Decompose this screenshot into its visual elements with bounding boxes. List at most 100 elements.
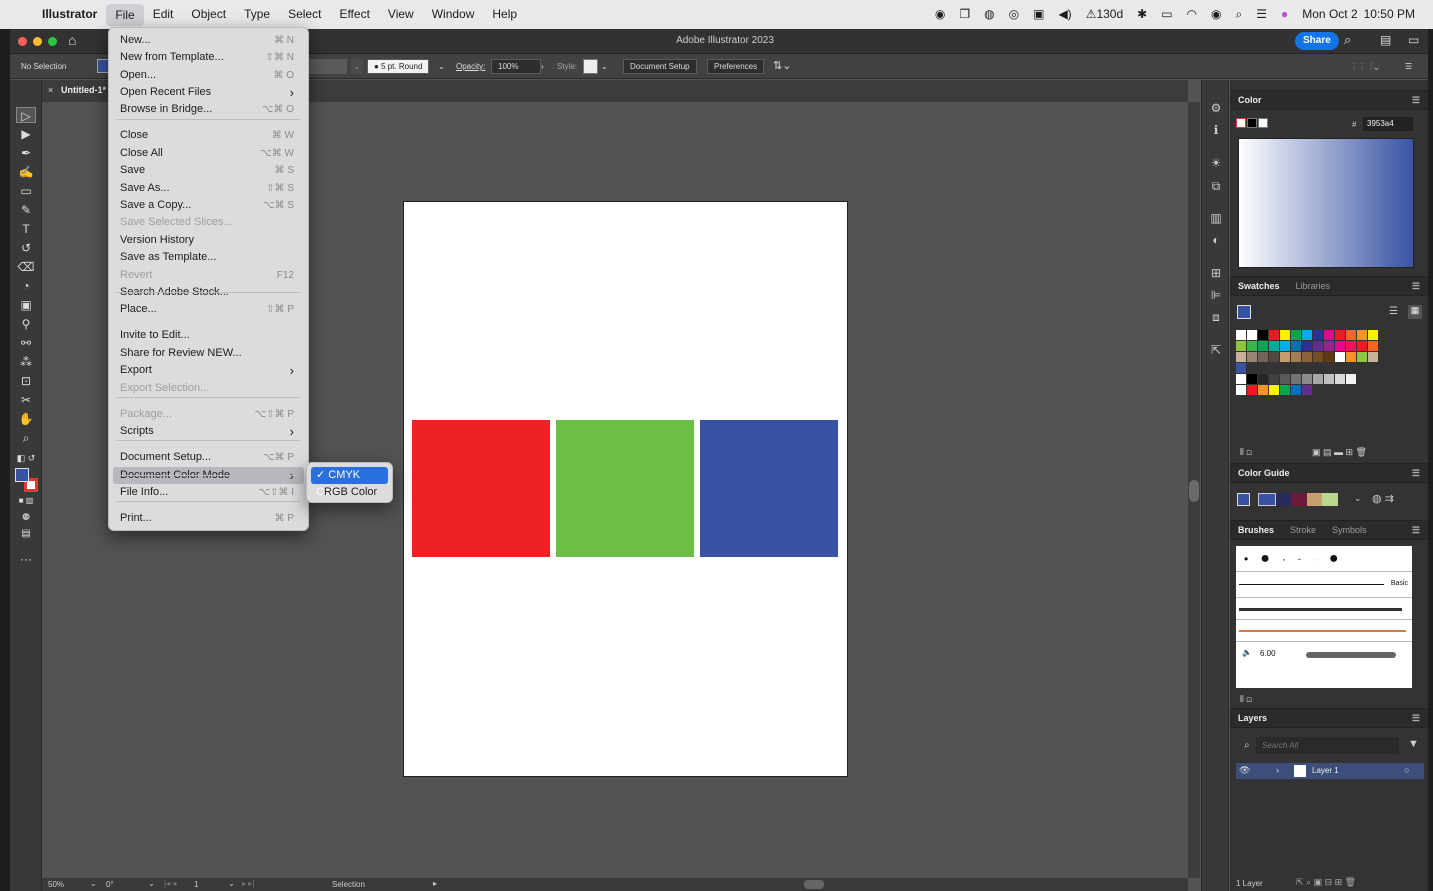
minimize-window-button[interactable] (33, 37, 42, 46)
file-menu-item[interactable]: Print... ⌘ P (113, 510, 304, 527)
status-arrow-icon[interactable]: ▸ (433, 879, 437, 888)
apple-icon[interactable] (0, 0, 33, 29)
distribute-icon[interactable]: ⫶ ⌄ (1370, 59, 1379, 74)
document-setup-button[interactable]: Document Setup (623, 59, 697, 74)
swatch[interactable] (1280, 352, 1290, 362)
visibility-eye-icon[interactable]: 👁 (1239, 765, 1250, 776)
swap-fill-stroke-icon[interactable]: ◧ ↺ (16, 450, 36, 466)
hdr-status[interactable]: ⚠130d (1079, 0, 1130, 29)
swatch[interactable] (1258, 341, 1268, 351)
brush-dropdown-arrow[interactable]: ⌄ (438, 59, 445, 74)
circle-icon[interactable]: ◎ (1002, 0, 1026, 29)
file-menu-item[interactable]: Browse in Bridge... ⌥⌘ O (113, 101, 304, 118)
brush-library[interactable]: • ● · - · ● Basic 🔈 6.00 (1236, 546, 1412, 688)
layer-actions-icons[interactable]: ⇱ ⌕ ▣ ⊟ ⊞ 🗑 (1296, 877, 1356, 888)
artboard-nav-prev[interactable]: |◂ ◂ (164, 879, 176, 888)
control-center-icon[interactable]: ☰ (1249, 0, 1274, 29)
align-icon[interactable]: ⋮⋮ (1350, 59, 1366, 74)
rotation-dropdown-icon[interactable]: ⌄ (148, 879, 155, 888)
menu-window[interactable]: Window (423, 0, 484, 29)
tab-brushes[interactable]: Brushes (1230, 525, 1282, 535)
close-tab-icon[interactable]: × (48, 85, 53, 95)
swatch[interactable] (1313, 374, 1323, 384)
swatch[interactable] (1368, 330, 1378, 340)
volume-icon[interactable]: ◀) (1051, 0, 1078, 29)
target-icon[interactable]: ○ (1404, 765, 1409, 775)
layer-name[interactable]: Layer 1 (1312, 766, 1339, 775)
tab-libraries[interactable]: Libraries (1288, 281, 1339, 291)
workspace-icon[interactable]: ▭ (1408, 33, 1419, 47)
swatch[interactable] (1346, 330, 1356, 340)
color-guide-title[interactable]: Color Guide (1230, 468, 1298, 478)
swatch[interactable] (1335, 352, 1345, 362)
color-guide-panel-header[interactable]: Color Guide ☰ (1230, 463, 1428, 483)
expand-arrow-icon[interactable]: › (1276, 765, 1279, 775)
arrange-icon[interactable]: ⇅⌄ (773, 59, 791, 74)
menu-file[interactable]: File (106, 3, 144, 26)
harmony-strip[interactable] (1258, 493, 1338, 506)
appearance-icon[interactable]: ☀ (1207, 155, 1225, 171)
file-menu-item[interactable]: Document Setup... ⌥⌘ P (113, 449, 304, 466)
swatch[interactable] (1269, 330, 1279, 340)
brush-actions-icons[interactable]: ⫴ ⊡ (1240, 694, 1252, 705)
selection-tool-icon[interactable]: ▷ (16, 107, 36, 123)
edit-colors-icon[interactable]: ◍ ⇉ (1372, 492, 1394, 505)
document-tab[interactable]: Untitled-1* (61, 85, 106, 95)
swatch[interactable] (1313, 352, 1323, 362)
swatch[interactable] (1291, 341, 1301, 351)
menu-type[interactable]: Type (235, 0, 279, 29)
opacity-label[interactable]: Opacity: (456, 59, 485, 74)
swatch[interactable] (1269, 385, 1279, 395)
swatch[interactable] (1247, 352, 1257, 362)
rotation-field[interactable]: 0° (106, 880, 114, 889)
swatch[interactable] (1302, 341, 1312, 351)
paintbrush-tool-icon[interactable]: ✎ (16, 202, 36, 218)
rectangle-tool-icon[interactable]: ▭ (16, 183, 36, 199)
zoom-dropdown-icon[interactable]: ⌄ (90, 879, 97, 888)
curvature-tool-icon[interactable]: ✍ (16, 164, 36, 180)
file-menu-item[interactable]: Scripts › (113, 423, 304, 440)
swatch[interactable] (1291, 352, 1301, 362)
swatch-grid[interactable] (1236, 330, 1416, 410)
clock-date[interactable]: Mon Oct 2 (1295, 0, 1360, 29)
swatch[interactable] (1247, 330, 1257, 340)
swatch[interactable] (1247, 374, 1257, 384)
eraser-tool-icon[interactable]: ⌫ (16, 259, 36, 275)
pathfinder-icon[interactable]: ⧈ (1207, 309, 1225, 325)
layers-search-input[interactable] (1256, 737, 1399, 754)
draw-mode-icon[interactable]: ◍ (16, 508, 36, 524)
menu-effect[interactable]: Effect (330, 0, 378, 29)
rotate-tool-icon[interactable]: ↺ (16, 240, 36, 256)
vertical-scrollbar[interactable] (1188, 102, 1200, 878)
scroll-thumb[interactable] (1189, 480, 1199, 502)
file-menu-item[interactable]: Save As... ⇧⌘ S (113, 180, 304, 197)
transform-icon[interactable]: ⧉ (1207, 178, 1225, 194)
brush-arrow[interactable] (1236, 620, 1412, 642)
brush-charcoal[interactable] (1236, 598, 1412, 620)
swatch[interactable] (1335, 330, 1345, 340)
swatch[interactable] (1335, 341, 1345, 351)
horizontal-scroll-thumb[interactable] (804, 880, 824, 889)
tab-symbols[interactable]: Symbols (1324, 525, 1375, 535)
file-menu-item[interactable]: Version History (113, 232, 304, 249)
style-dropdown-arrow[interactable]: ⌄ (601, 59, 608, 74)
artboard-nav-next[interactable]: ▸ ▸| (242, 879, 254, 888)
artboard-number[interactable]: 1 (194, 880, 198, 889)
style-swatch[interactable] (583, 59, 598, 74)
swatch[interactable] (1280, 374, 1290, 384)
swatch[interactable] (1357, 341, 1367, 351)
menu-app[interactable]: Illustrator (33, 0, 106, 29)
swatch[interactable] (1302, 330, 1312, 340)
export-panel-icon[interactable]: ⇱ (1207, 342, 1225, 358)
file-menu-item[interactable]: Save a Copy... ⌥⌘ S (113, 197, 304, 214)
black-swatch[interactable] (1247, 118, 1257, 128)
file-menu-item[interactable]: Invite to Edit... (113, 327, 304, 344)
artboards-icon[interactable]: ⊞ (1207, 265, 1225, 281)
symbol-sprayer-tool-icon[interactable]: ⁂ (16, 354, 36, 370)
preferences-button[interactable]: Preferences (707, 59, 765, 74)
color-panel-title[interactable]: Color (1230, 95, 1270, 105)
none-swatch-icon[interactable] (1236, 118, 1246, 128)
swatch[interactable] (1280, 341, 1290, 351)
color-spectrum[interactable] (1238, 138, 1414, 268)
spotlight-icon[interactable]: ⌕ (1229, 0, 1250, 29)
